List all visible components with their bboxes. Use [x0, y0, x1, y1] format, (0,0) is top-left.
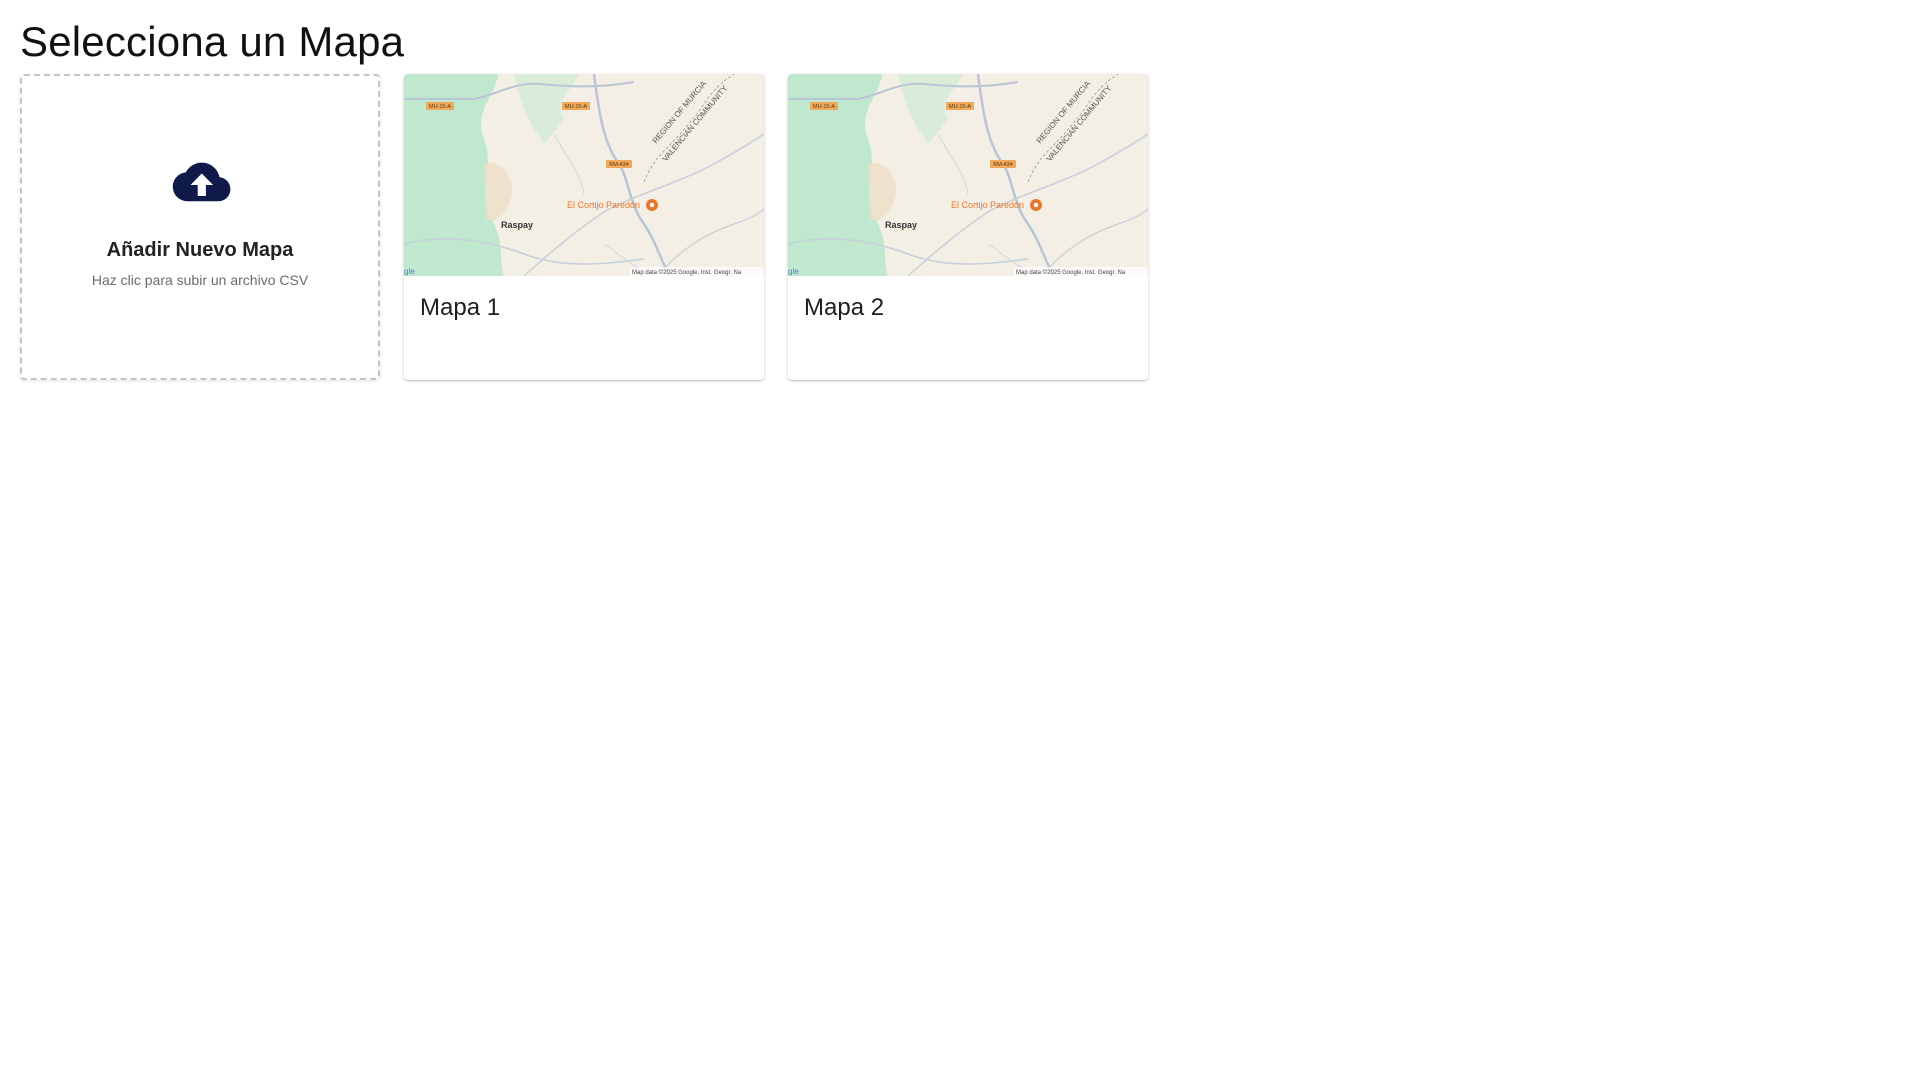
map-thumbnail: MU-15-A MU-15-A RM-434 REGION OF MURCIA …	[788, 74, 1148, 276]
town-label: Raspay	[501, 220, 533, 230]
google-logo: gle	[788, 267, 799, 276]
road-label: MU-15-A	[429, 104, 451, 110]
map-name: Mapa 1	[420, 294, 501, 321]
add-map-title: Añadir Nuevo Mapa	[106, 238, 294, 261]
map-attribution: Map data ©2025 Google, Inst. Geogr. Na	[1016, 269, 1126, 276]
map-card-2[interactable]: MU-15-A MU-15-A RM-434 REGION OF MURCIA …	[788, 74, 1148, 380]
add-map-card[interactable]: Añadir Nuevo Mapa Haz clic para subir un…	[20, 74, 380, 380]
map-card-1[interactable]: MU-15-A MU-15-A RM-434 REGION OF MURCIA …	[404, 74, 764, 380]
road-label: MU-15-A	[949, 104, 971, 110]
poi-label: El Cortijo Paredón	[567, 200, 640, 210]
poi-marker-dot	[1033, 202, 1039, 208]
road-label: RM-434	[993, 162, 1013, 168]
map-thumbnail: MU-15-A MU-15-A RM-434 REGION OF MURCIA …	[404, 74, 764, 276]
map-selection-page: Selecciona un Mapa Añadir Nuevo Mapa Haz…	[0, 0, 1920, 1080]
road-label: MU-15-A	[813, 104, 835, 110]
road-label: MU-15-A	[565, 104, 587, 110]
google-logo: gle	[404, 267, 415, 276]
poi-label: El Cortijo Paredón	[951, 200, 1024, 210]
map-name: Mapa 2	[804, 294, 885, 321]
page-title: Selecciona un Mapa	[20, 18, 405, 65]
cloud-upload-icon	[172, 162, 231, 201]
poi-marker-dot	[649, 202, 655, 208]
road-label: RM-434	[609, 162, 629, 168]
town-label: Raspay	[885, 220, 917, 230]
map-attribution: Map data ©2025 Google, Inst. Geogr. Na	[632, 269, 742, 276]
map-grid: Añadir Nuevo Mapa Haz clic para subir un…	[20, 74, 1148, 380]
add-map-subtitle: Haz clic para subir un archivo CSV	[91, 271, 309, 288]
